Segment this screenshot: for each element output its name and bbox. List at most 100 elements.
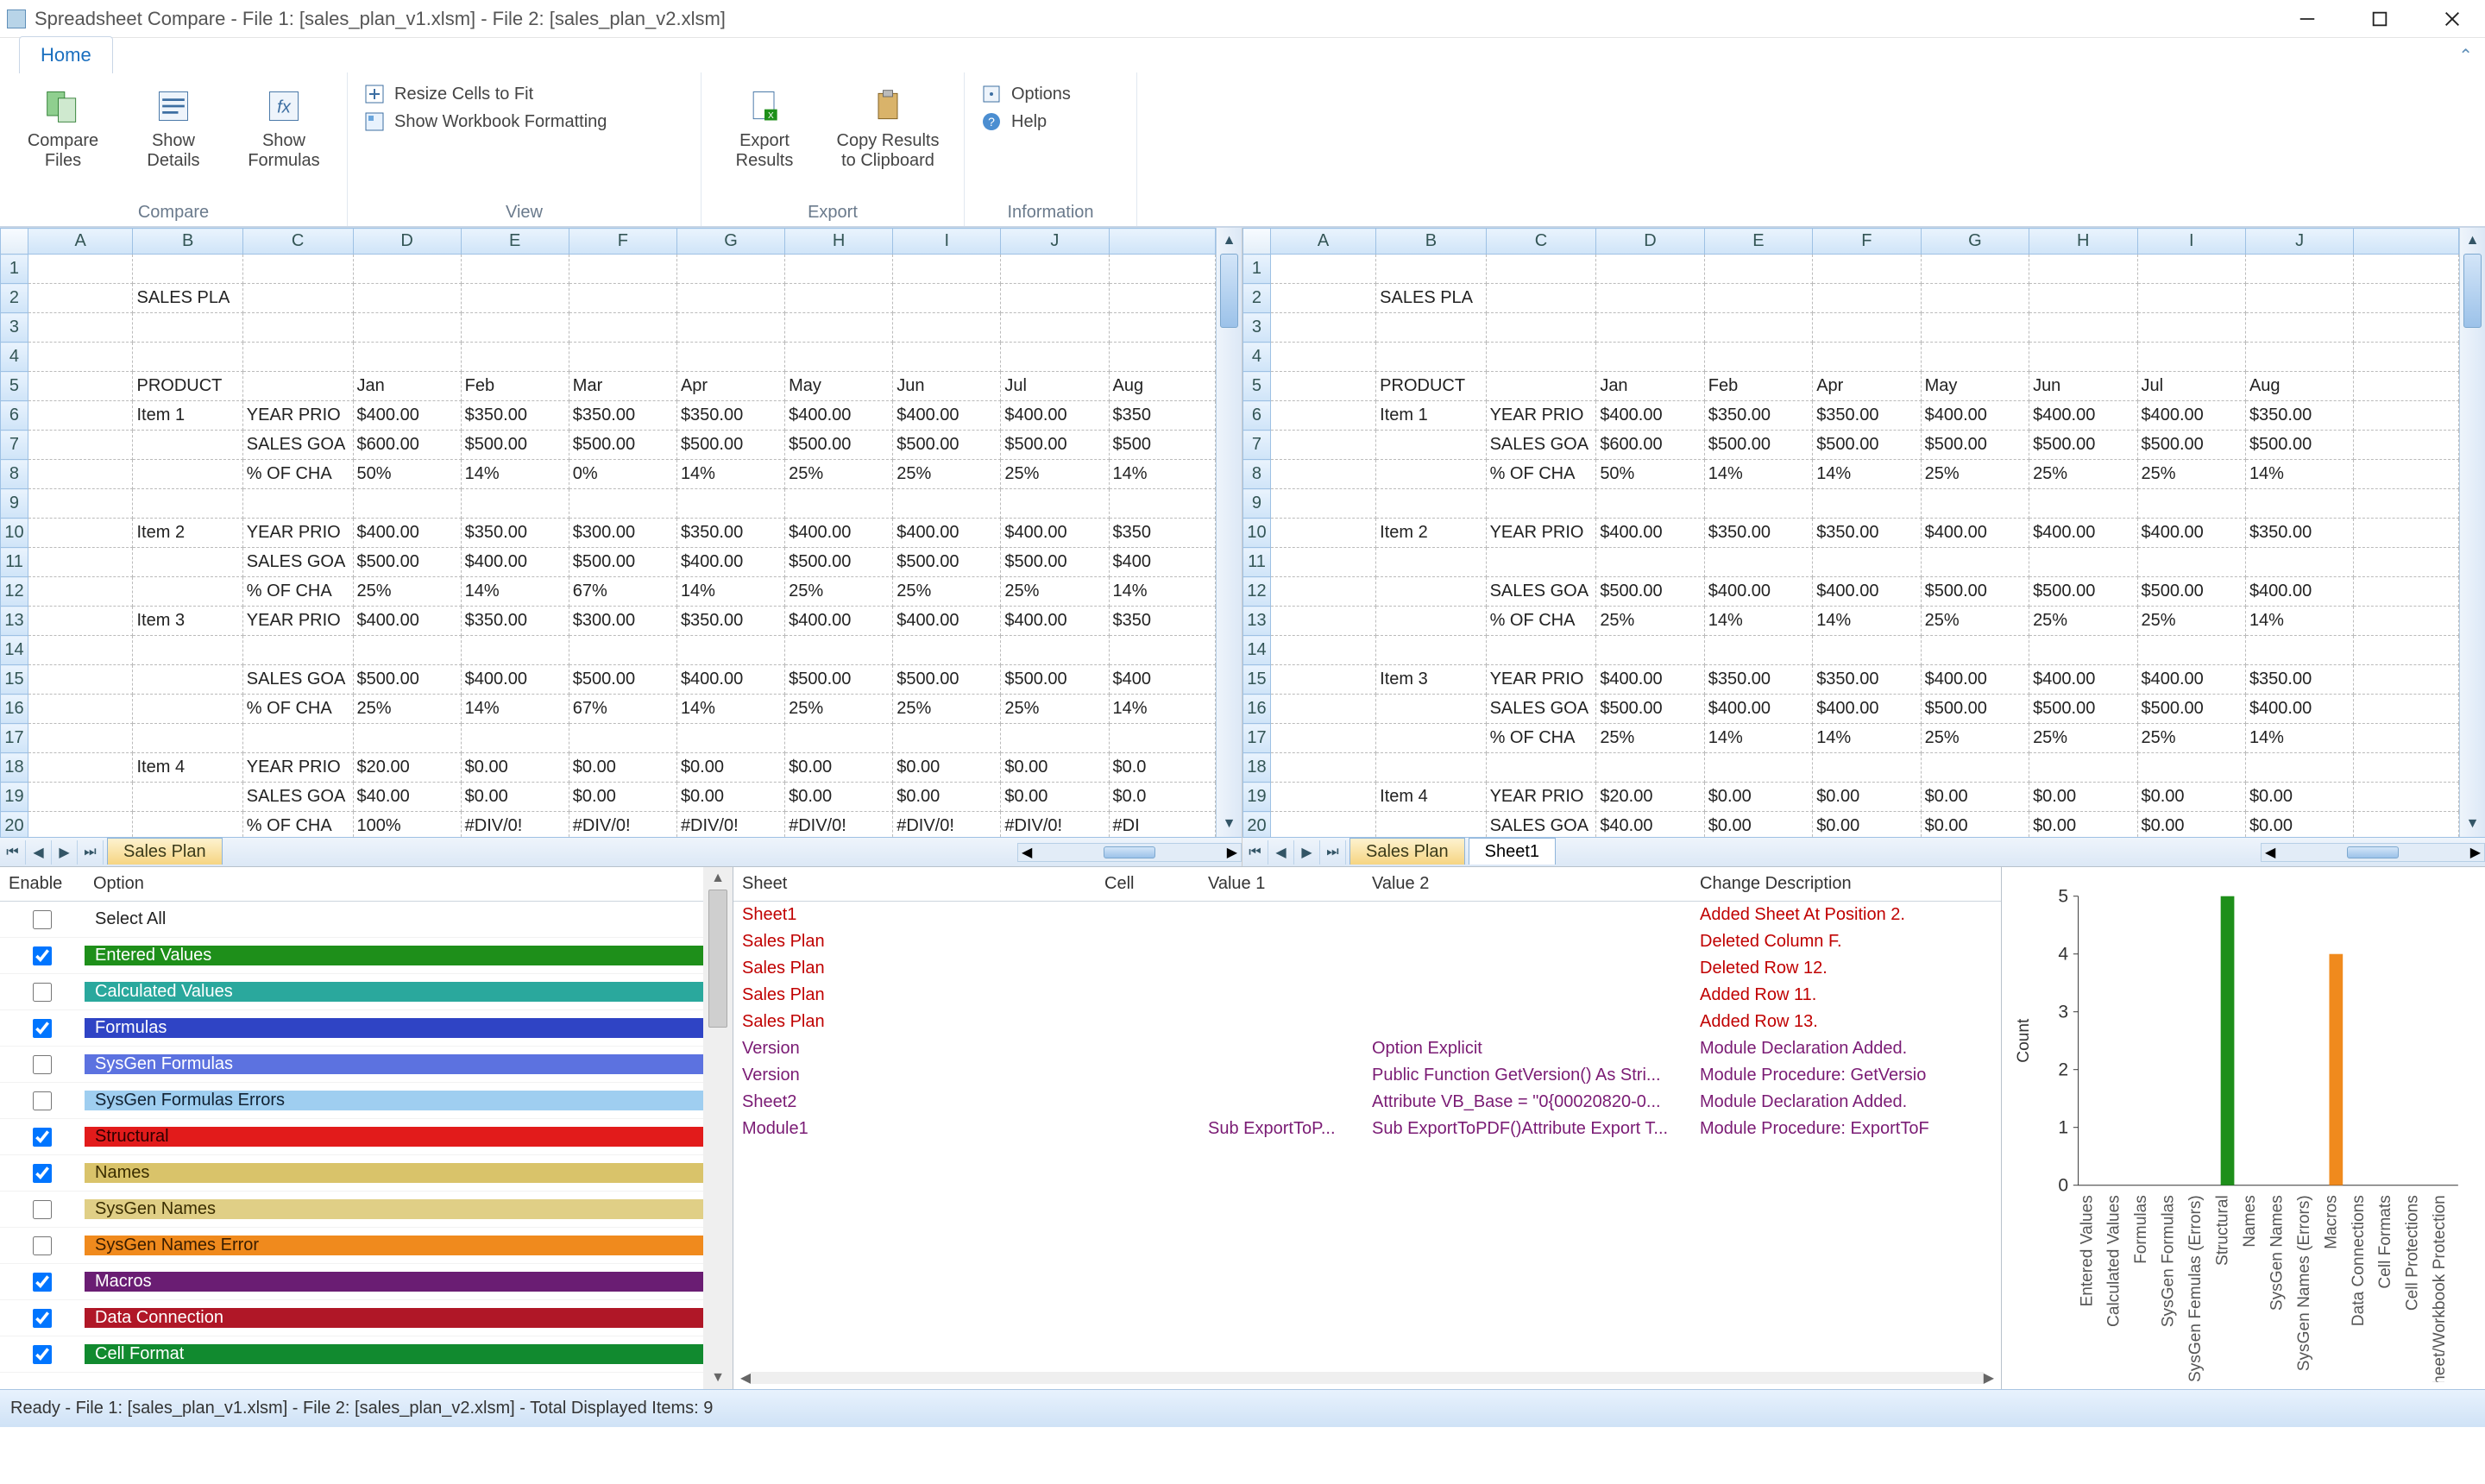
cell[interactable] [785, 284, 893, 313]
cell[interactable]: $400.00 [676, 665, 784, 695]
cell[interactable]: % OF CHA [242, 812, 353, 838]
cell[interactable]: $0.00 [1001, 783, 1109, 812]
cell[interactable] [2029, 284, 2137, 313]
cell[interactable]: $400.00 [1001, 519, 1109, 548]
cell[interactable] [28, 695, 133, 724]
cell[interactable] [28, 431, 133, 460]
option-label[interactable]: Structural [85, 1127, 703, 1147]
cell[interactable]: $350.00 [461, 401, 569, 431]
cell[interactable] [1921, 753, 2029, 783]
cell[interactable] [1704, 313, 1812, 343]
cell[interactable] [1921, 343, 2029, 372]
options-scrollbar[interactable]: ▲▼ [703, 867, 733, 1389]
cell[interactable]: SALES GOA [242, 548, 353, 577]
tab-home[interactable]: Home [19, 36, 113, 73]
cell[interactable]: $500.00 [353, 665, 461, 695]
cell[interactable]: YEAR PRIO [1486, 783, 1596, 812]
cell[interactable] [2137, 753, 2245, 783]
result-row[interactable]: Sheet2Attribute VB_Base = "0{00020820-0.… [733, 1089, 2001, 1116]
cell[interactable]: $300.00 [569, 519, 676, 548]
cell[interactable] [28, 519, 133, 548]
cell[interactable] [1921, 636, 2029, 665]
cell[interactable]: 25% [893, 695, 1001, 724]
cell[interactable] [676, 313, 784, 343]
cell[interactable] [1376, 313, 1486, 343]
cell[interactable]: $400 [1109, 665, 1216, 695]
cell[interactable] [2137, 284, 2245, 313]
cell[interactable]: 14% [2245, 460, 2353, 489]
cell[interactable] [1109, 313, 1216, 343]
cell[interactable]: $0.0 [1109, 783, 1216, 812]
cell[interactable]: $350.00 [1704, 519, 1812, 548]
cell[interactable]: $350.00 [1813, 519, 1921, 548]
cell[interactable] [1270, 577, 1375, 607]
cell[interactable]: Aug [1109, 372, 1216, 401]
cell[interactable]: Apr [676, 372, 784, 401]
cell[interactable] [893, 255, 1001, 284]
maximize-button[interactable] [2364, 3, 2395, 35]
option-checkbox[interactable] [33, 1128, 52, 1147]
cell[interactable] [1270, 519, 1375, 548]
cell[interactable]: $0.00 [2245, 812, 2353, 838]
cell[interactable] [1270, 431, 1375, 460]
cell[interactable]: 25% [2137, 607, 2245, 636]
cell[interactable] [1270, 548, 1375, 577]
cell[interactable] [28, 607, 133, 636]
cell[interactable]: $500.00 [1921, 695, 2029, 724]
cell[interactable]: 14% [1704, 607, 1812, 636]
option-label[interactable]: Entered Values [85, 946, 703, 965]
cell[interactable]: 25% [1001, 460, 1109, 489]
cell[interactable] [1376, 607, 1486, 636]
cell[interactable] [28, 284, 133, 313]
cell[interactable]: 25% [2029, 460, 2137, 489]
cell[interactable]: $400.00 [2245, 577, 2353, 607]
cell[interactable]: $0.00 [1813, 783, 1921, 812]
cell[interactable] [1486, 636, 1596, 665]
cell[interactable]: PRODUCT [133, 372, 242, 401]
cell[interactable]: % OF CHA [242, 460, 353, 489]
option-checkbox[interactable] [33, 1200, 52, 1219]
cell[interactable]: 25% [2029, 724, 2137, 753]
cell[interactable]: Jan [1596, 372, 1704, 401]
cell[interactable] [28, 548, 133, 577]
cell[interactable] [1001, 284, 1109, 313]
cell[interactable]: 25% [785, 695, 893, 724]
cell[interactable]: 25% [893, 577, 1001, 607]
cell[interactable]: $350.00 [569, 401, 676, 431]
cell[interactable]: $0.00 [785, 753, 893, 783]
cell[interactable]: $400.00 [1813, 695, 1921, 724]
cell[interactable]: Item 4 [1376, 783, 1486, 812]
nav-last-left[interactable]: ⏭ [78, 840, 104, 865]
cell[interactable]: 14% [676, 695, 784, 724]
cell[interactable] [1596, 313, 1704, 343]
cell[interactable]: $500.00 [1921, 431, 2029, 460]
cell[interactable]: $20.00 [1596, 783, 1704, 812]
cell[interactable] [353, 636, 461, 665]
vscroll-right[interactable]: ▲▼ [2459, 228, 2485, 837]
sheet-left[interactable]: ABCDEFGHIJ12SALES PLA345PRODUCTJanFebMar… [0, 228, 1216, 837]
cell[interactable] [1270, 284, 1375, 313]
cell[interactable] [2137, 343, 2245, 372]
show-details-button[interactable]: Show Details [126, 79, 221, 171]
cell[interactable]: May [1921, 372, 2029, 401]
cell[interactable] [28, 665, 133, 695]
cell[interactable] [1270, 636, 1375, 665]
cell[interactable]: 25% [353, 695, 461, 724]
cell[interactable]: $400.00 [1596, 519, 1704, 548]
cell[interactable]: Jul [1001, 372, 1109, 401]
cell[interactable] [1270, 665, 1375, 695]
cell[interactable] [461, 636, 569, 665]
cell[interactable] [2354, 255, 2459, 284]
cell[interactable] [2354, 607, 2459, 636]
cell[interactable] [2354, 401, 2459, 431]
cell[interactable]: $350.00 [1704, 401, 1812, 431]
option-label[interactable]: SysGen Names [85, 1199, 703, 1219]
cell[interactable]: 25% [1921, 460, 2029, 489]
cell[interactable]: 25% [893, 460, 1001, 489]
cell[interactable]: $350.00 [2245, 665, 2353, 695]
cell[interactable] [242, 489, 353, 519]
cell[interactable] [1376, 636, 1486, 665]
cell[interactable] [1109, 724, 1216, 753]
cell[interactable]: $0.00 [676, 783, 784, 812]
cell[interactable]: $500.00 [893, 665, 1001, 695]
